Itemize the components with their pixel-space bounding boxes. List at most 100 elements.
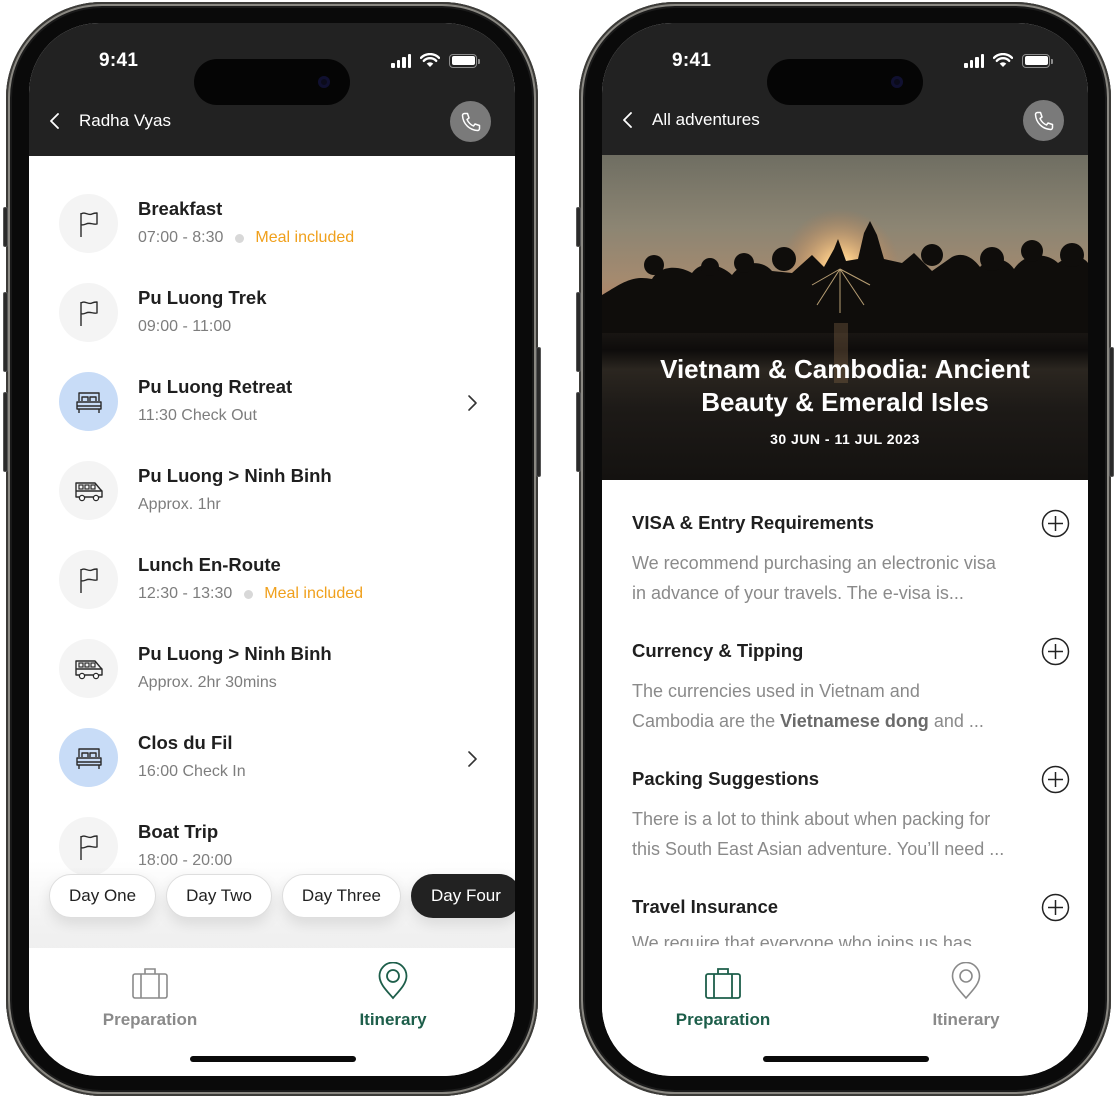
item-subtitle: 11:30 Check Out	[138, 407, 257, 425]
phone-frame-itinerary: 9:41 Radha Vyas Breakfast 07:00 - 8:30 Me…	[3, 2, 541, 1096]
itinerary-item[interactable]: Pu Luong Retreat 11:30 Check Out	[29, 364, 515, 444]
chevron-right-icon[interactable]	[465, 748, 479, 770]
day-chip[interactable]: Day One	[49, 874, 157, 918]
van-icon	[59, 639, 118, 698]
item-time: 12:30 - 13:30	[138, 585, 233, 602]
day-chip[interactable]: Day Three	[281, 874, 401, 918]
bed-icon	[59, 372, 118, 431]
section-insurance[interactable]: Travel Insurance	[632, 893, 1070, 922]
status-time: 9:41	[99, 50, 139, 71]
volume-down-button	[3, 392, 8, 472]
itinerary-item: Pu Luong > Ninh Binh Approx. 2hr 30mins	[29, 631, 515, 711]
cellular-signal-icon	[964, 53, 984, 68]
item-title: Pu Luong Retreat	[138, 376, 293, 397]
expand-plus-icon[interactable]	[1041, 509, 1070, 538]
item-title: Pu Luong > Ninh Binh	[138, 465, 332, 486]
tab-itinerary[interactable]: Itinerary	[313, 960, 473, 1030]
trip-title: Vietnam & Cambodia: Ancient Beauty & Eme…	[602, 353, 1088, 419]
cellular-signal-icon	[391, 53, 411, 68]
day-chip[interactable]: Day Two	[166, 874, 272, 918]
call-button[interactable]	[450, 101, 491, 142]
itinerary-item: Lunch En-Route 12:30 - 13:30 Meal include…	[29, 542, 515, 622]
status-bar: 9:41	[29, 45, 515, 105]
mute-switch	[576, 207, 581, 247]
item-time: 16:00 Check In	[138, 763, 246, 780]
section-title: Currency & Tipping	[632, 640, 804, 661]
volume-up-button	[3, 292, 8, 372]
item-subtitle: Approx. 1hr	[138, 496, 221, 514]
item-title: Pu Luong Trek	[138, 287, 267, 308]
section-preview-clipped: We require that everyone who joins us ha…	[632, 933, 972, 946]
tab-preparation[interactable]: Preparation	[643, 960, 803, 1030]
expand-plus-icon[interactable]	[1041, 765, 1070, 794]
day-selector: Day One Day Two Day Three Day Four	[29, 861, 515, 951]
volume-up-button	[576, 292, 581, 372]
separator-dot	[235, 233, 245, 243]
wifi-icon	[993, 53, 1013, 67]
preview-line: in advance of your travels. The e-visa i…	[632, 583, 964, 603]
trip-dates: 30 JUN - 11 JUL 2023	[770, 431, 920, 447]
back-link-all-adventures[interactable]: All adventures	[652, 110, 760, 130]
expand-plus-icon[interactable]	[1041, 893, 1070, 922]
home-indicator	[763, 1056, 929, 1062]
status-time: 9:41	[672, 50, 712, 71]
item-time: Approx. 1hr	[138, 496, 221, 513]
wifi-icon	[420, 53, 440, 67]
home-indicator	[190, 1056, 356, 1062]
section-currency[interactable]: Currency & Tipping The currencies used i…	[632, 637, 1070, 736]
tab-label: Itinerary	[932, 1010, 1000, 1029]
item-time: 07:00 - 8:30	[138, 229, 224, 246]
meal-included-tag: Meal included	[264, 585, 364, 602]
back-chevron-icon[interactable]	[618, 108, 638, 132]
mute-switch	[3, 207, 8, 247]
expand-plus-icon[interactable]	[1041, 637, 1070, 666]
contact-name: Radha Vyas	[79, 111, 171, 130]
flag-icon	[59, 550, 118, 609]
tab-label: Preparation	[675, 1010, 771, 1029]
map-pin-icon	[951, 962, 981, 1000]
item-time: Approx. 2hr 30mins	[138, 674, 277, 691]
power-button	[1109, 347, 1114, 477]
chevron-right-icon[interactable]	[465, 392, 479, 414]
section-preview: We recommend purchasing an electronic vi…	[632, 548, 1070, 608]
section-title: Packing Suggestions	[632, 768, 820, 789]
section-title: VISA & Entry Requirements	[632, 512, 874, 533]
section-packing[interactable]: Packing Suggestions There is a lot to th…	[632, 765, 1070, 864]
currency-highlight: Vietnamese dong	[780, 711, 929, 731]
status-bar: 9:41	[602, 45, 1088, 105]
tab-label: Itinerary	[359, 1010, 427, 1029]
header: 9:41 All adventures	[602, 23, 1088, 156]
dynamic-island	[194, 59, 350, 105]
tab-label: Preparation	[102, 1010, 198, 1029]
section-visa[interactable]: VISA & Entry Requirements We recommend p…	[632, 509, 1070, 608]
header: 9:41 Radha Vyas	[29, 23, 515, 156]
day-chip[interactable]: Day Four	[410, 874, 515, 918]
flag-icon	[59, 283, 118, 342]
phone-icon	[1034, 111, 1053, 130]
item-subtitle: Approx. 2hr 30mins	[138, 674, 277, 692]
back-chevron-icon[interactable]	[45, 109, 65, 133]
battery-icon	[449, 53, 480, 68]
power-button	[536, 347, 541, 477]
item-subtitle: 16:00 Check In	[138, 763, 246, 781]
trip-title-line-2: Beauty & Emerald Isles	[701, 387, 989, 417]
item-title: Lunch En-Route	[138, 554, 281, 575]
preview-text: Cambodia are the	[632, 711, 781, 731]
camera-icon	[891, 76, 903, 88]
map-pin-icon	[378, 962, 408, 1000]
item-title: Boat Trip	[138, 821, 219, 842]
item-title: Breakfast	[138, 198, 223, 219]
bed-icon	[59, 728, 118, 787]
tab-itinerary[interactable]: Itinerary	[886, 960, 1046, 1030]
itinerary-item[interactable]: Clos du Fil 16:00 Check In	[29, 720, 515, 800]
call-button[interactable]	[1023, 100, 1064, 141]
preparation-screen: 9:41 All adventures Vietnam & Cambodia: …	[602, 23, 1088, 1076]
item-subtitle: 09:00 - 11:00	[138, 318, 231, 336]
item-title: Clos du Fil	[138, 732, 233, 753]
van-icon	[59, 461, 118, 520]
tab-bar: Preparation Itinerary	[602, 948, 1088, 1076]
phone-icon	[461, 112, 480, 131]
suitcase-icon	[705, 968, 741, 999]
tab-preparation[interactable]: Preparation	[70, 960, 230, 1030]
flag-icon	[59, 194, 118, 253]
